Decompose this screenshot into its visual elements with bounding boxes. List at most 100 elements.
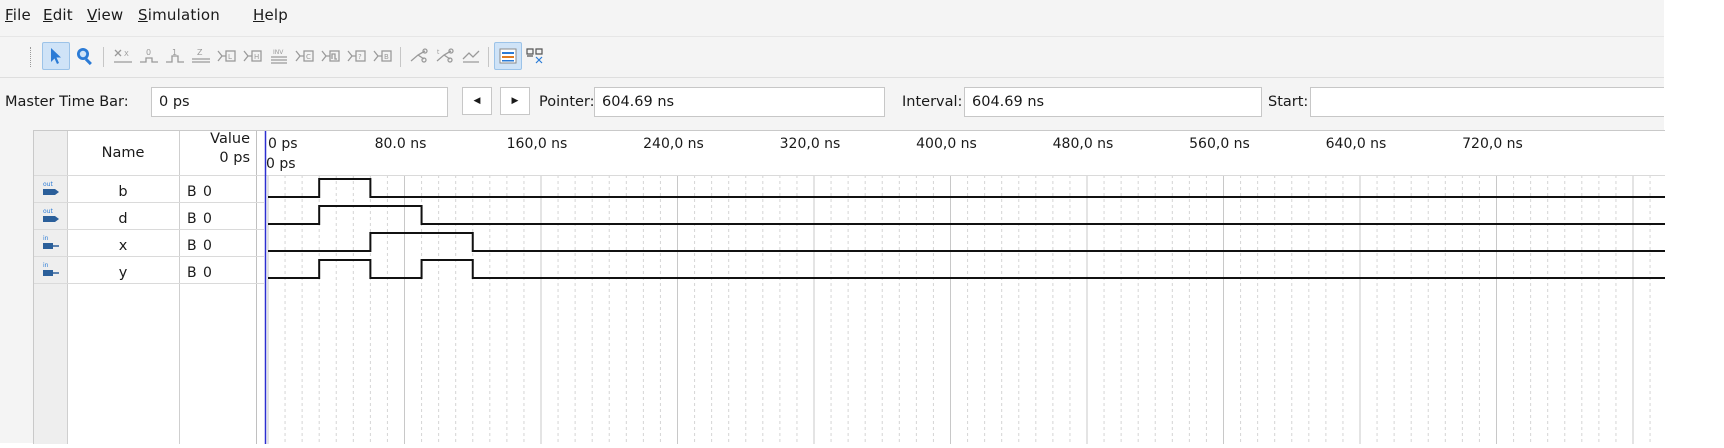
zoom-tool-icon[interactable] — [72, 43, 98, 69]
svg-text:Z: Z — [197, 48, 203, 57]
start-field[interactable] — [1310, 87, 1664, 117]
toolbar-separator — [103, 47, 104, 67]
snap-to-grid-icon[interactable] — [494, 42, 522, 70]
signal-name: b — [118, 184, 128, 200]
menu-edit-mnemonic: E — [43, 6, 53, 24]
run-functional-simulation-icon[interactable] — [406, 43, 432, 69]
time-tick-label: 160,0 ns — [507, 136, 568, 152]
waveform-b — [268, 178, 1668, 198]
start-label: Start: — [1268, 94, 1309, 110]
waveform-editor-window: File Edit View Simulation Help X 0 1 Z L — [0, 0, 1668, 444]
invert-icon[interactable]: INV — [266, 43, 292, 69]
time-tick-label: 0 ps — [268, 136, 298, 152]
weak-low-icon[interactable]: L — [214, 43, 240, 69]
menu-edit[interactable]: Edit — [43, 6, 73, 24]
svg-text:?: ? — [358, 53, 362, 61]
time-tick-label: 80.0 ns — [375, 136, 427, 152]
menu-help-label: elp — [264, 6, 289, 24]
toolbar-grip[interactable] — [30, 47, 33, 67]
output-pin-icon: out — [43, 181, 59, 195]
toolbar-separator — [400, 47, 401, 67]
svg-text:t: t — [437, 49, 440, 56]
signal-name: x — [118, 238, 128, 254]
high-impedance-icon[interactable]: Z — [188, 43, 214, 69]
menu-file-mnemonic: F — [5, 6, 13, 24]
value-time-label: 0 ps — [219, 150, 250, 166]
svg-text:in: in — [43, 262, 49, 269]
signal-name: d — [118, 211, 128, 227]
run-timing-simulation-icon[interactable]: t — [432, 43, 458, 69]
pointer-label: Pointer: — [539, 94, 595, 110]
menu-edit-label: dit — [52, 6, 73, 24]
menu-file-label: ile — [12, 6, 31, 24]
previous-transition-button[interactable]: ◀ — [462, 87, 492, 115]
interval-field[interactable]: 604.69 ns — [964, 87, 1262, 117]
time-tick-label: 480,0 ns — [1053, 136, 1114, 152]
arbitrary-value-icon[interactable]: B — [370, 43, 396, 69]
svg-text:B: B — [384, 53, 389, 61]
waveform-d — [268, 205, 1668, 225]
master-time-bar-field[interactable]: 0 ps — [151, 87, 448, 117]
forcing-low-icon[interactable]: 0 — [136, 43, 162, 69]
time-tick-label: 240,0 ns — [643, 136, 704, 152]
menu-file[interactable]: File — [5, 6, 31, 24]
waveform-y — [268, 259, 1668, 279]
generate-netlist-icon[interactable] — [458, 43, 484, 69]
signal-name: y — [118, 265, 128, 281]
master-time-bar-label: Master Time Bar: — [5, 94, 129, 110]
time-tick-label: 400,0 ns — [916, 136, 977, 152]
row-divider — [34, 229, 264, 230]
value-column — [179, 131, 257, 444]
svg-text:in: in — [43, 235, 49, 242]
time-tick-label: 720,0 ns — [1462, 136, 1523, 152]
menu-bar: File Edit View Simulation Help — [0, 0, 1664, 30]
menu-view-label: iew — [97, 6, 124, 24]
menu-simulation-mnemonic: S — [138, 6, 148, 24]
clock-icon[interactable] — [318, 43, 344, 69]
signal-value: B 0 — [187, 184, 213, 200]
svg-text:out: out — [43, 208, 53, 215]
wave-time-label: 0 ps — [266, 156, 296, 172]
name-column-header[interactable]: Name — [67, 145, 179, 161]
next-transition-button[interactable]: ▶ — [500, 87, 530, 115]
waveform-x — [268, 232, 1668, 252]
input-pin-icon: in — [43, 262, 59, 276]
svg-text:X: X — [124, 50, 129, 58]
input-pin-icon: in — [43, 235, 59, 249]
svg-text:H: H — [254, 53, 259, 61]
time-bar-row: Master Time Bar: 0 ps ◀ ▶ Pointer: 604.6… — [0, 84, 1664, 122]
menu-view[interactable]: View — [87, 6, 123, 24]
arrow-right-icon: ▶ — [511, 96, 519, 106]
weak-high-icon[interactable]: H — [240, 43, 266, 69]
row-divider — [34, 256, 264, 257]
pointer-field[interactable]: 604.69 ns — [594, 87, 885, 117]
svg-text:L: L — [228, 53, 232, 61]
menu-help[interactable]: Help — [253, 6, 288, 24]
selection-tool-icon[interactable] — [42, 42, 70, 70]
signal-value: B 0 — [187, 211, 213, 227]
toolbar: X 0 1 Z L H INV C ? B t — [0, 36, 1664, 78]
random-value-icon[interactable]: ? — [344, 43, 370, 69]
svg-text:INV: INV — [273, 49, 284, 56]
menu-simulation-label: imulation — [147, 6, 220, 24]
value-column-header[interactable]: Value — [179, 131, 250, 147]
uninitialized-icon[interactable]: X — [110, 43, 136, 69]
svg-text:C: C — [306, 53, 311, 61]
menu-view-mnemonic: V — [87, 6, 98, 24]
grid-settings-icon[interactable] — [522, 43, 548, 69]
waveform-canvas[interactable]: 0 ps 80.0 ns 160,0 ns 240,0 ns 320,0 ns 400,0… — [264, 131, 1668, 444]
svg-text:0: 0 — [146, 48, 151, 57]
header-divider — [34, 175, 264, 176]
menu-simulation[interactable]: Simulation — [138, 6, 220, 24]
signal-value: B 0 — [187, 265, 213, 281]
row-divider — [34, 202, 264, 203]
arrow-left-icon: ◀ — [473, 96, 481, 106]
menu-help-mnemonic: H — [253, 6, 265, 24]
waveform-table: Name Value 0 ps out b B 0 out d B 0 in x… — [33, 130, 1668, 444]
signal-value: B 0 — [187, 238, 213, 254]
signal-type-column — [34, 131, 68, 444]
waveform-area[interactable]: 0 ps 80.0 ns 160,0 ns 240,0 ns 320,0 ns 400,0… — [264, 131, 1668, 444]
name-column — [67, 131, 180, 444]
count-value-icon[interactable]: C — [292, 43, 318, 69]
forcing-high-icon[interactable]: 1 — [162, 43, 188, 69]
